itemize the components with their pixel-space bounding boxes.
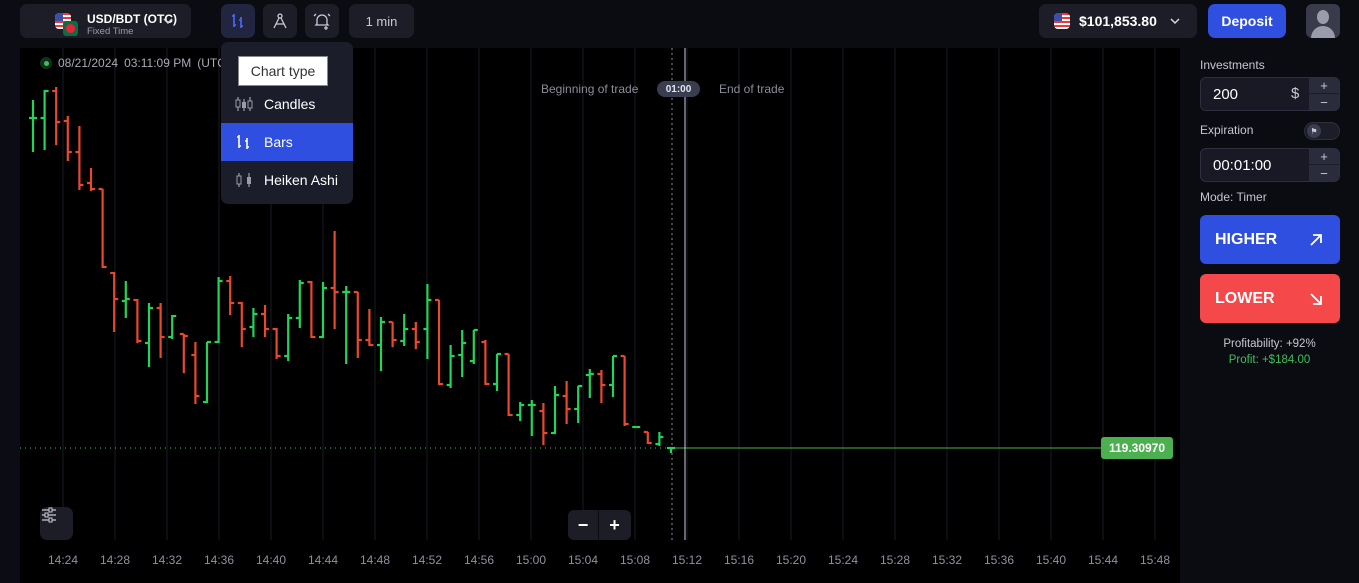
server-time: 08/21/2024 03:11:09 PM (UTC bbox=[40, 56, 226, 70]
expiration-increase-button[interactable]: + bbox=[1309, 149, 1339, 165]
menu-item-bars[interactable]: Bars bbox=[221, 123, 353, 161]
price-chart[interactable]: 08/21/2024 03:11:09 PM (UTC Beginning of… bbox=[20, 48, 1180, 583]
account-balance-selector[interactable]: $101,853.80 bbox=[1039, 4, 1197, 38]
arrow-down-right-icon bbox=[1310, 292, 1322, 305]
expiration-value: 00:01:00 bbox=[1213, 157, 1272, 174]
profit-text: Profit: +$184.00 bbox=[1228, 354, 1311, 366]
x-tick-label: 14:44 bbox=[307, 553, 339, 567]
timeframe-button[interactable]: 1 min bbox=[349, 4, 414, 38]
us-flag-icon bbox=[1054, 13, 1070, 29]
x-tick-label: 14:24 bbox=[47, 553, 79, 567]
x-tick-label: 14:36 bbox=[203, 553, 235, 567]
chevron-down-icon bbox=[163, 18, 173, 25]
expiry-badge: 01:00 bbox=[657, 81, 700, 97]
investments-label: Investments bbox=[1200, 58, 1265, 72]
x-tick-label: 15:08 bbox=[619, 553, 651, 567]
left-sidebar-strip bbox=[0, 0, 20, 583]
beginning-of-trade-label: Beginning of trade bbox=[541, 82, 639, 96]
bd-flag-icon bbox=[63, 21, 78, 36]
current-price-tag: 119.30970 bbox=[1101, 437, 1173, 459]
x-tick-label: 14:52 bbox=[411, 553, 443, 567]
compass-icon bbox=[273, 13, 287, 29]
arrow-up-right-icon bbox=[1310, 233, 1322, 246]
price-alert-button[interactable] bbox=[305, 4, 339, 38]
asset-selector[interactable]: USD/BDT (OTC) Fixed Time bbox=[20, 4, 191, 38]
server-date: 08/21/2024 bbox=[58, 56, 119, 70]
x-tick-label: 15:04 bbox=[567, 553, 599, 567]
menu-item-label: Candles bbox=[264, 96, 316, 112]
expiration-label: Expiration bbox=[1200, 123, 1254, 137]
bars-icon bbox=[237, 135, 249, 149]
x-tick-label: 15:12 bbox=[671, 553, 703, 567]
menu-item-label: Heiken Ashi bbox=[264, 172, 338, 188]
drawing-tools-button[interactable] bbox=[263, 4, 297, 38]
bars-icon bbox=[232, 14, 243, 28]
bell-plus-icon bbox=[313, 13, 331, 30]
x-tick-label: 15:28 bbox=[879, 553, 911, 567]
chevron-down-icon bbox=[1170, 18, 1180, 25]
x-tick-label: 14:40 bbox=[255, 553, 287, 567]
indicators-button[interactable] bbox=[40, 507, 73, 540]
flag-icon: ⚑ bbox=[1307, 124, 1321, 138]
investment-increase-button[interactable]: + bbox=[1309, 78, 1339, 94]
asset-mode: Fixed Time bbox=[87, 26, 134, 37]
heiken-ashi-icon bbox=[236, 173, 251, 187]
x-tick-label: 15:16 bbox=[723, 553, 755, 567]
avatar[interactable] bbox=[1306, 4, 1340, 38]
chart-canvas bbox=[20, 48, 1156, 540]
investment-stepper: + − bbox=[1309, 78, 1339, 110]
x-tick-label: 15:24 bbox=[827, 553, 859, 567]
mode-label: Mode: Timer bbox=[1200, 190, 1267, 204]
menu-item-label: Bars bbox=[264, 134, 293, 150]
expiration-stepper: + − bbox=[1309, 149, 1339, 181]
menu-item-heiken-ashi[interactable]: Heiken Ashi bbox=[221, 161, 353, 199]
end-of-trade-label: End of trade bbox=[719, 82, 785, 96]
chart-type-button[interactable] bbox=[221, 4, 255, 38]
candles-icon bbox=[235, 97, 253, 111]
x-tick-label: 14:32 bbox=[151, 553, 183, 567]
menu-item-candles[interactable]: Candles bbox=[221, 85, 353, 123]
chart-type-tooltip: Chart type bbox=[238, 56, 328, 86]
lower-button[interactable]: LOWER bbox=[1200, 274, 1340, 323]
investment-decrease-button[interactable]: − bbox=[1309, 94, 1339, 110]
currency-symbol: $ bbox=[1291, 85, 1300, 102]
expiration-field[interactable]: 00:01:00 + − bbox=[1200, 148, 1340, 182]
x-tick-label: 15:40 bbox=[1035, 553, 1067, 567]
live-indicator-icon bbox=[40, 57, 52, 69]
x-tick-label: 15:48 bbox=[1139, 553, 1171, 567]
lower-label: LOWER bbox=[1215, 289, 1275, 307]
expiration-decrease-button[interactable]: − bbox=[1309, 165, 1339, 181]
x-tick-label: 14:48 bbox=[359, 553, 391, 567]
x-tick-label: 15:20 bbox=[775, 553, 807, 567]
x-tick-label: 15:44 bbox=[1087, 553, 1119, 567]
x-tick-label: 14:56 bbox=[463, 553, 495, 567]
x-tick-label: 14:28 bbox=[99, 553, 131, 567]
x-tick-label: 15:00 bbox=[515, 553, 547, 567]
investment-value: 200 bbox=[1213, 86, 1239, 103]
deposit-button[interactable]: Deposit bbox=[1208, 4, 1286, 38]
trade-panel: Investments 200 $ + − Expiration ⚑ 00:01… bbox=[1180, 48, 1359, 583]
investment-field[interactable]: 200 $ + − bbox=[1200, 77, 1340, 111]
expiration-mode-toggle[interactable]: ⚑ bbox=[1304, 122, 1340, 140]
zoom-out-button[interactable]: − bbox=[568, 510, 599, 540]
balance-value: $101,853.80 bbox=[1079, 13, 1157, 29]
x-tick-label: 15:32 bbox=[931, 553, 963, 567]
x-tick-label: 15:36 bbox=[983, 553, 1015, 567]
trading-app: USD/BDT (OTC) Fixed Time 1 min $101,853.… bbox=[0, 0, 1359, 583]
chart-zoom-control: − + bbox=[568, 510, 631, 540]
profitability-text: Profitability: +92% bbox=[1223, 338, 1316, 350]
higher-button[interactable]: HIGHER bbox=[1200, 215, 1340, 264]
server-clock: 03:11:09 PM bbox=[124, 56, 192, 70]
zoom-in-button[interactable]: + bbox=[599, 510, 630, 540]
higher-label: HIGHER bbox=[1215, 230, 1278, 248]
sliders-icon bbox=[42, 507, 56, 523]
